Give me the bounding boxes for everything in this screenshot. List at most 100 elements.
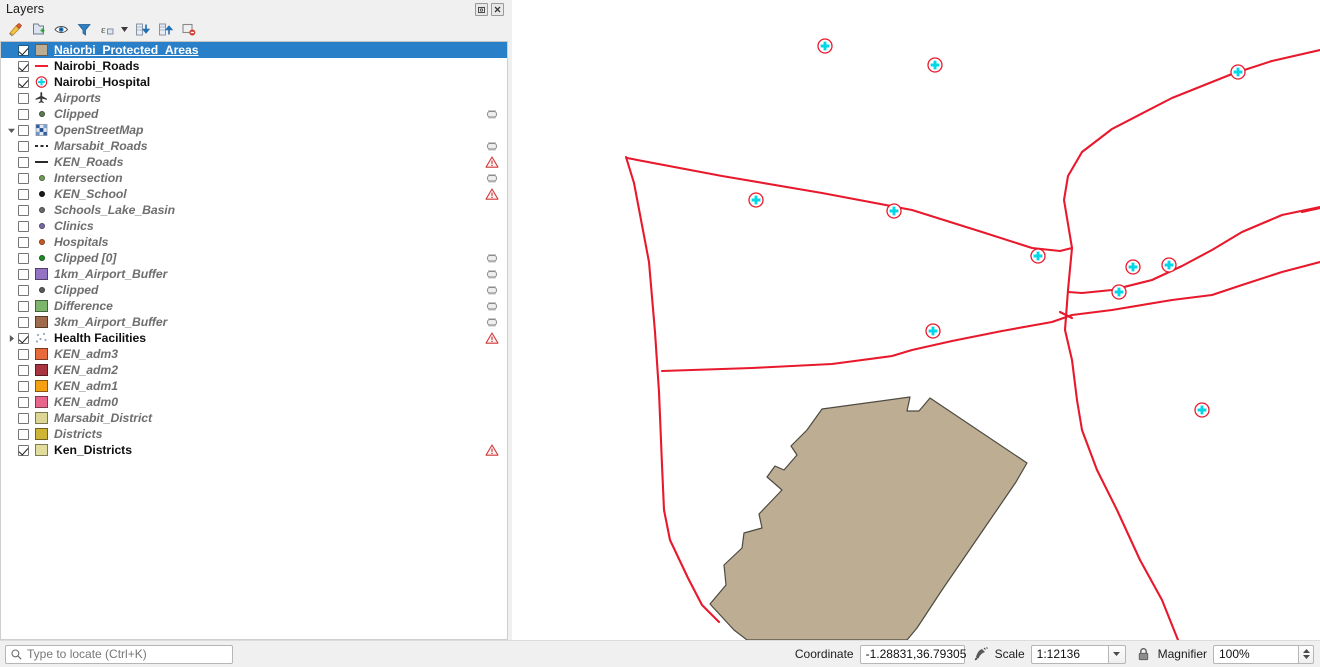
scale-value-field[interactable]: 1:12136 — [1030, 644, 1109, 664]
layer-name: Marsabit_District — [54, 411, 153, 425]
locator-search-input[interactable]: Type to locate (Ctrl+K) — [5, 644, 233, 664]
layer-visibility-checkbox[interactable] — [18, 412, 29, 424]
layer-row-health-facilities[interactable]: Health Facilities — [1, 330, 507, 346]
layer-visibility-checkbox[interactable] — [18, 396, 29, 408]
chevron-up-icon[interactable] — [1302, 648, 1310, 653]
lock-scale-icon[interactable] — [1134, 645, 1154, 663]
float-panel-icon[interactable] — [475, 2, 488, 16]
layer-expander[interactable] — [5, 122, 18, 138]
chevron-right-icon[interactable] — [7, 334, 16, 343]
magnifier-value-field[interactable]: 100% — [1213, 644, 1299, 664]
coordinate-value-field[interactable]: -1.28831,36.79305 — [859, 644, 966, 664]
layer-visibility-checkbox[interactable] — [18, 284, 29, 296]
magnifier-stepper[interactable] — [1299, 644, 1314, 664]
layer-row-clipped-0[interactable]: Clipped [0] — [1, 250, 507, 266]
manage-map-themes-icon[interactable] — [50, 19, 72, 39]
map-render — [512, 0, 1320, 640]
layer-visibility-checkbox[interactable] — [18, 76, 29, 88]
layer-row-naiorbi-protected-areas[interactable]: Naiorbi_Protected_Areas — [1, 42, 507, 58]
expand-all-icon[interactable] — [131, 19, 153, 39]
layer-row-ken-school[interactable]: KEN_School — [1, 186, 507, 202]
layer-row-hospitals[interactable]: Hospitals — [1, 234, 507, 250]
layer-visibility-checkbox[interactable] — [18, 236, 29, 248]
layer-row-difference[interactable]: Difference — [1, 298, 507, 314]
layer-name: Health Facilities — [54, 331, 146, 345]
layer-visibility-checkbox[interactable] — [18, 188, 29, 200]
layer-warning-indicator-icon[interactable] — [485, 187, 499, 201]
toggle-coordinate-capture-icon[interactable] — [971, 645, 991, 663]
layer-visibility-checkbox[interactable] — [18, 300, 29, 312]
layer-row-districts[interactable]: Districts — [1, 426, 507, 442]
layer-row-airports[interactable]: Airports — [1, 90, 507, 106]
memory-layer-indicator-icon[interactable] — [485, 267, 499, 281]
layer-row-intersection[interactable]: Intersection — [1, 170, 507, 186]
layer-visibility-checkbox[interactable] — [18, 92, 29, 104]
filter-expression-dropdown-caret-icon[interactable] — [119, 19, 130, 39]
layer-visibility-checkbox[interactable] — [18, 124, 29, 136]
layer-row-1km-airport-buffer[interactable]: 1km_Airport_Buffer — [1, 266, 507, 282]
layer-visibility-checkbox[interactable] — [18, 108, 29, 120]
layer-visibility-checkbox[interactable] — [18, 348, 29, 360]
layer-tree[interactable]: Naiorbi_Protected_Areas Nairobi_Roads Nair… — [0, 41, 508, 640]
layer-warning-indicator-icon[interactable] — [485, 155, 499, 169]
layer-visibility-checkbox[interactable] — [18, 172, 29, 184]
layer-visibility-checkbox[interactable] — [18, 332, 29, 344]
memory-layer-indicator-icon[interactable] — [485, 139, 499, 153]
add-group-icon[interactable] — [27, 19, 49, 39]
layer-symbol — [34, 411, 49, 425]
collapse-all-icon[interactable] — [154, 19, 176, 39]
filter-legend-by-map-content-icon[interactable] — [73, 19, 95, 39]
layer-visibility-checkbox[interactable] — [18, 252, 29, 264]
hospital-marker — [1230, 64, 1246, 80]
layer-visibility-checkbox[interactable] — [18, 364, 29, 376]
layer-row-ken-adm3[interactable]: KEN_adm3 — [1, 346, 507, 362]
filter-legend-by-expression-icon[interactable]: ε — [96, 19, 118, 39]
layer-row-schools-lake-basin[interactable]: Schools_Lake_Basin — [1, 202, 507, 218]
layer-row-ken-adm2[interactable]: KEN_adm2 — [1, 362, 507, 378]
memory-layer-indicator-icon[interactable] — [485, 107, 499, 121]
layer-row-openstreetmap[interactable]: OpenStreetMap — [1, 122, 507, 138]
memory-layer-indicator-icon[interactable] — [485, 171, 499, 185]
close-panel-icon[interactable] — [491, 2, 504, 16]
layer-symbol — [34, 363, 49, 377]
chevron-down-icon[interactable] — [7, 126, 16, 135]
layer-row-ken-adm0[interactable]: KEN_adm0 — [1, 394, 507, 410]
layer-row-nairobi-roads[interactable]: Nairobi_Roads — [1, 58, 507, 74]
layer-row-clipped[interactable]: Clipped — [1, 106, 507, 122]
layer-visibility-checkbox[interactable] — [18, 428, 29, 440]
layer-name: KEN_adm0 — [54, 395, 118, 409]
layer-row-clinics[interactable]: Clinics — [1, 218, 507, 234]
layer-warning-indicator-icon[interactable] — [485, 443, 499, 457]
scale-dropdown-caret-icon[interactable] — [1108, 644, 1126, 664]
layer-visibility-checkbox[interactable] — [18, 220, 29, 232]
layer-row-marsabit-district[interactable]: Marsabit_District — [1, 410, 507, 426]
layer-visibility-checkbox[interactable] — [18, 316, 29, 328]
layer-visibility-checkbox[interactable] — [18, 44, 29, 56]
layer-name: KEN_adm1 — [54, 379, 118, 393]
layer-row-nairobi-hospital[interactable]: Nairobi_Hospital — [1, 74, 507, 90]
map-canvas[interactable] — [512, 0, 1320, 640]
layer-visibility-checkbox[interactable] — [18, 60, 29, 72]
layer-visibility-checkbox[interactable] — [18, 380, 29, 392]
layer-row-3km-airport-buffer[interactable]: 3km_Airport_Buffer — [1, 314, 507, 330]
layer-visibility-checkbox[interactable] — [18, 156, 29, 168]
layer-row-ken-roads[interactable]: KEN_Roads — [1, 154, 507, 170]
memory-layer-indicator-icon[interactable] — [485, 251, 499, 265]
layer-warning-indicator-icon[interactable] — [485, 331, 499, 345]
layer-row-clipped[interactable]: Clipped — [1, 282, 507, 298]
memory-layer-indicator-icon[interactable] — [485, 299, 499, 313]
memory-layer-indicator-icon[interactable] — [485, 315, 499, 329]
layer-visibility-checkbox[interactable] — [18, 268, 29, 280]
layer-row-ken-districts[interactable]: Ken_Districts — [1, 442, 507, 458]
layer-row-ken-adm1[interactable]: KEN_adm1 — [1, 378, 507, 394]
chevron-down-icon[interactable] — [1302, 655, 1310, 660]
polygon-symbol-icon — [35, 268, 48, 280]
layer-expander[interactable] — [5, 330, 18, 346]
layer-visibility-checkbox[interactable] — [18, 204, 29, 216]
remove-layer-or-group-icon[interactable] — [177, 19, 199, 39]
open-layer-styling-panel-icon[interactable] — [4, 19, 26, 39]
layer-visibility-checkbox[interactable] — [18, 444, 29, 456]
layer-visibility-checkbox[interactable] — [18, 140, 29, 152]
layer-row-marsabit-roads[interactable]: Marsabit_Roads — [1, 138, 507, 154]
memory-layer-indicator-icon[interactable] — [485, 283, 499, 297]
